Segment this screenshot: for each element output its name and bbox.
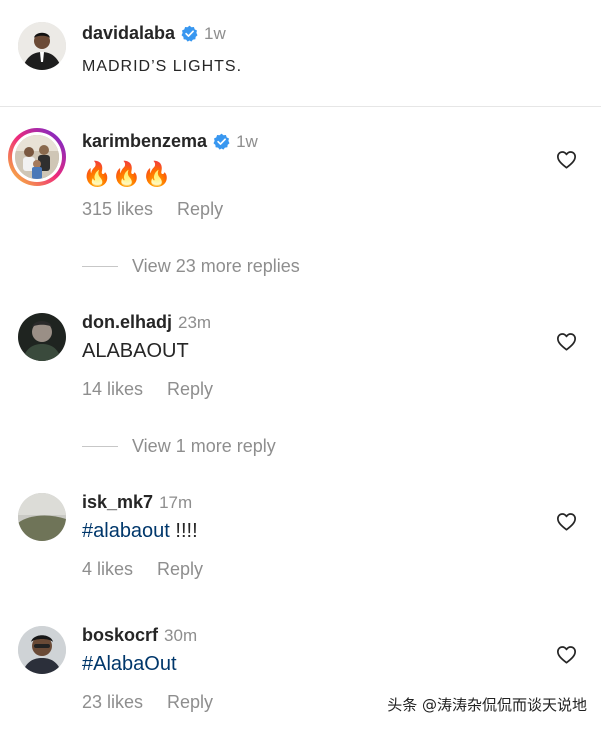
hashtag-link[interactable]: #alabaout xyxy=(82,520,170,542)
verified-badge-icon xyxy=(213,133,230,150)
heart-outline-icon[interactable] xyxy=(556,332,577,351)
commenter-avatar[interactable] xyxy=(18,626,66,674)
reply-button[interactable]: Reply xyxy=(177,199,223,220)
comment-username[interactable]: don.elhadj xyxy=(82,312,172,333)
caption-username[interactable]: davidalaba xyxy=(82,23,175,44)
commenter-avatar-image xyxy=(18,626,66,674)
caption-header: davidalaba 1w xyxy=(82,23,226,44)
heart-outline-icon[interactable] xyxy=(556,645,577,664)
hashtag-link[interactable]: #AlabaOut xyxy=(82,653,177,675)
heart-outline-icon[interactable] xyxy=(556,512,577,531)
comment-username[interactable]: karimbenzema xyxy=(82,131,207,152)
comment-time: 17m xyxy=(159,492,193,512)
view-more-replies[interactable]: View 1 more reply xyxy=(82,436,276,457)
comment-text: #alabaout !!!! xyxy=(82,520,198,543)
comment-meta: 23 likes Reply xyxy=(82,692,213,713)
verified-badge-icon xyxy=(181,25,198,42)
comment-username[interactable]: boskocrf xyxy=(82,625,158,646)
reply-button[interactable]: Reply xyxy=(167,692,213,713)
heart-outline-icon[interactable] xyxy=(556,150,577,169)
reply-button[interactable]: Reply xyxy=(157,559,203,580)
author-avatar-image xyxy=(18,22,66,70)
commenter-avatar[interactable] xyxy=(18,313,66,361)
watermark-text: 头条 @涛涛杂侃侃而谈天说地 xyxy=(387,696,587,714)
like-count[interactable]: 4 likes xyxy=(82,559,133,580)
reply-button[interactable]: Reply xyxy=(167,379,213,400)
comment-username[interactable]: isk_mk7 xyxy=(82,492,153,513)
commenter-avatar[interactable] xyxy=(18,493,66,541)
view-more-label: View 1 more reply xyxy=(132,436,276,456)
post-caption: davidalaba 1w MADRID’S LIGHTS. xyxy=(0,0,601,107)
comment-meta: 14 likes Reply xyxy=(82,379,213,400)
comment-header: don.elhadj 23m xyxy=(82,312,211,333)
comment-header: isk_mk7 17m xyxy=(82,492,192,513)
comment-header: boskocrf 30m xyxy=(82,625,197,646)
comment-text: #AlabaOut xyxy=(82,653,177,676)
commenter-avatar-image xyxy=(18,313,66,361)
view-more-label: View 23 more replies xyxy=(132,256,300,276)
comment-text: ALABAOUT xyxy=(82,340,189,362)
commenter-avatar-image xyxy=(18,493,66,541)
caption-time: 1w xyxy=(204,23,226,43)
comment-time: 1w xyxy=(236,131,258,151)
like-count[interactable]: 14 likes xyxy=(82,379,143,400)
comment-header: karimbenzema 1w xyxy=(82,131,258,152)
comment-time: 30m xyxy=(164,625,198,645)
caption-text: MADRID’S LIGHTS. xyxy=(82,58,243,75)
divider-line xyxy=(82,446,118,447)
comment-text-rest: !!!! xyxy=(169,520,198,542)
commenter-avatar-story-ring[interactable] xyxy=(8,128,66,186)
view-more-replies[interactable]: View 23 more replies xyxy=(82,256,300,277)
author-avatar[interactable] xyxy=(18,22,66,70)
comment-meta: 315 likes Reply xyxy=(82,199,223,220)
like-count[interactable]: 23 likes xyxy=(82,692,143,713)
comment-meta: 4 likes Reply xyxy=(82,559,203,580)
comment-text: 🔥🔥🔥 xyxy=(82,161,172,188)
like-count[interactable]: 315 likes xyxy=(82,199,153,220)
divider-line xyxy=(82,266,118,267)
commenter-avatar-image xyxy=(15,135,59,179)
comment-time: 23m xyxy=(178,312,212,332)
